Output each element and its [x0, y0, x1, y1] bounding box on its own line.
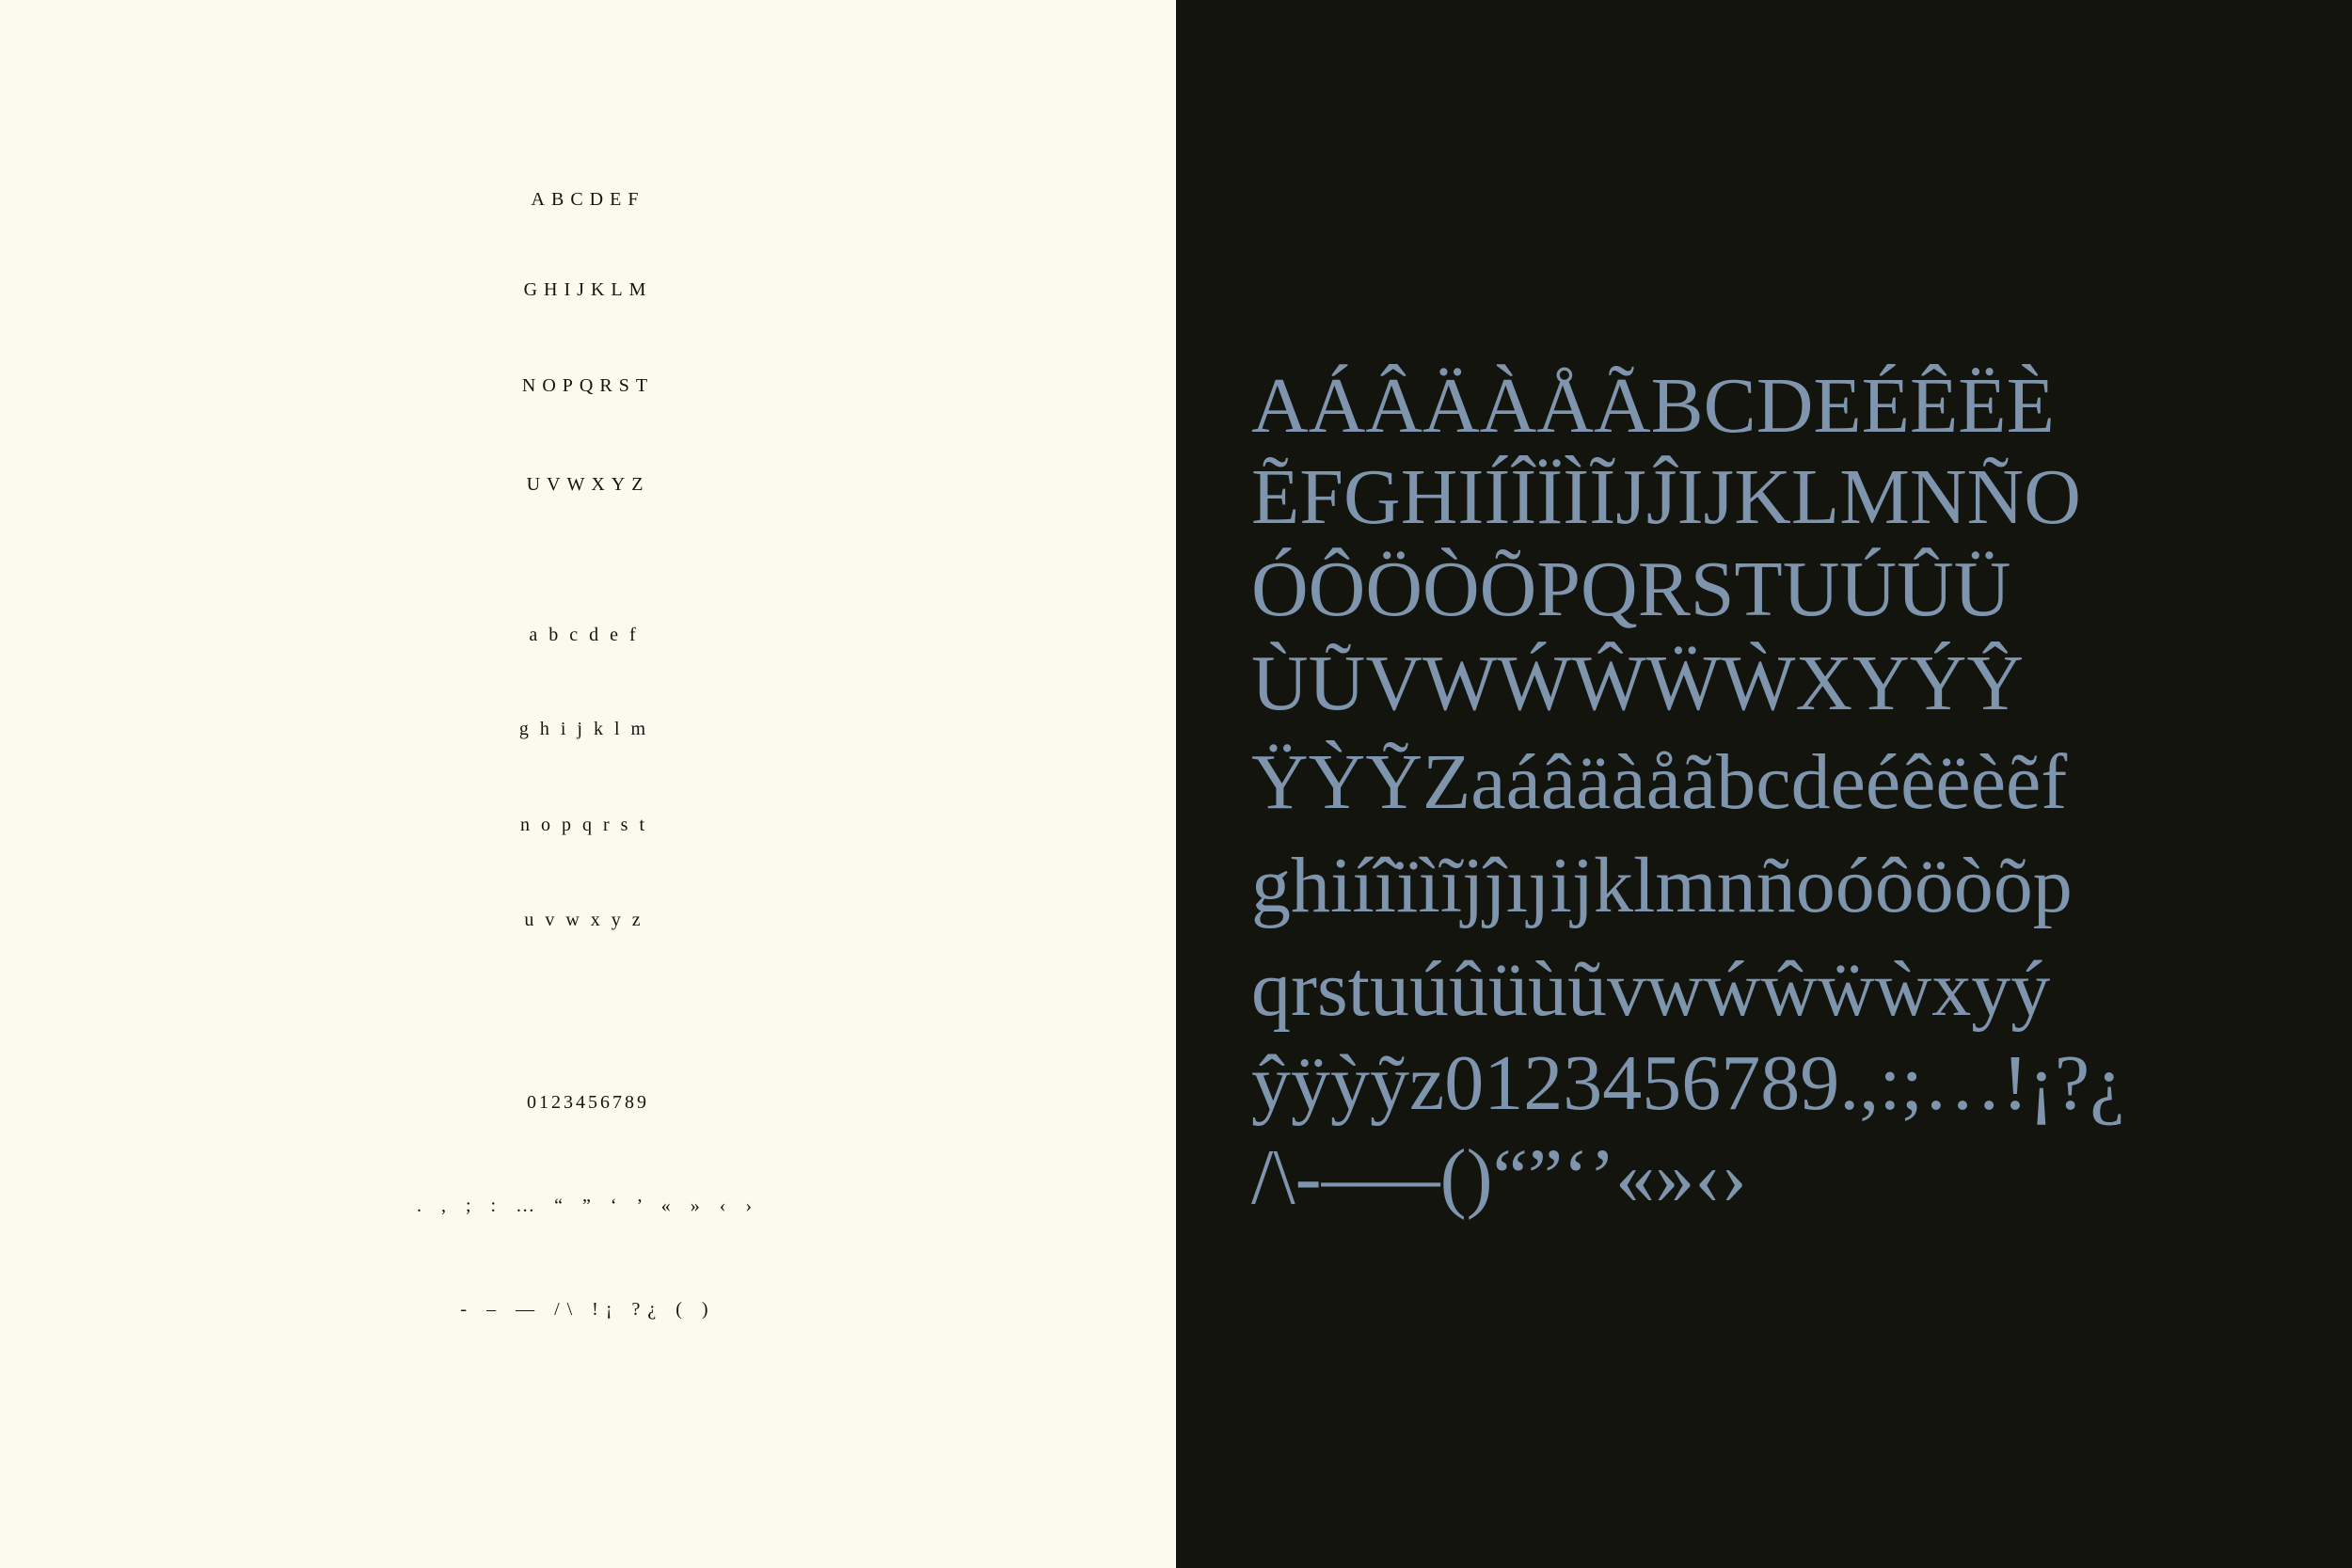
glyph-line-2: ẼFGHIÍÎÏÌĨJĴIJKLMNÑO [1251, 453, 2081, 541]
uppercase-line-3: NOPQRST [521, 375, 655, 396]
glyph-line-4: ÙŨVWẂŴẄẀXYÝŶ [1251, 640, 2025, 727]
glyph-line-1: AÁÂÄÀÅÃBCDEÉÊËÈ [1251, 362, 2055, 450]
glyph-line-9: /\-–—()“”‘’«»‹› [1251, 1133, 1748, 1221]
punctuation-line-2: - – — /\ !¡ ?¿ ( ) [460, 1299, 716, 1320]
uppercase-line-1: ABCDEF [531, 189, 645, 210]
lowercase-line-2: ghijklm [518, 719, 658, 739]
glyph-line-3: ÓÔÖÒÕPQRSTUÚÛÜ [1251, 546, 2011, 633]
uppercase-line-2: GHIJKLM [523, 279, 653, 300]
lowercase-line-4: uvwxyz [524, 910, 652, 930]
glyph-line-7: qrstuúûüùũvwẃŵẅẁxyý [1251, 945, 2051, 1033]
extended-glyph-set-panel: AÁÂÄÀÅÃBCDEÉÊËÈ ẼFGHIÍÎÏÌĨJĴIJKLMNÑO ÓÔÖ… [1176, 0, 2352, 1568]
lowercase-line-1: abcdef [529, 625, 647, 645]
figures-line: 0123456789 [527, 1092, 649, 1113]
punctuation-line-1: . , ; : … “ ” ‘ ’ « » ‹ › [416, 1196, 760, 1216]
glyph-line-6: ghiíîïìĩjĵıȷijklmnñoóôöòõp [1251, 842, 2073, 929]
glyph-line-8: ŷÿỳỹz0123456789.,:;…!¡?¿ [1251, 1039, 2125, 1127]
lowercase-line-3: nopqrst [520, 815, 656, 835]
uppercase-line-4: UVWXYZ [526, 474, 650, 495]
glyph-line-5: ŸỲỸZaáâäàåãbcdeéêëèẽf [1251, 738, 2068, 826]
uppercase-lowercase-specimen-panel: ABCDEF GHIJKLM NOPQRST UVWXYZ abcdef ghi… [0, 0, 1176, 1568]
